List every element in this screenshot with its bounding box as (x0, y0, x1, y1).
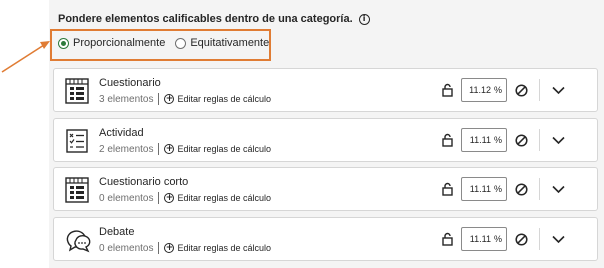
weighting-radio-group: Proporcionalmente Equitativamente (58, 37, 279, 49)
unlock-icon[interactable] (442, 133, 453, 147)
plus-circle-icon: + (164, 93, 175, 104)
category-count: 0 elementos (99, 192, 154, 204)
category-subline: 0 elementos + Editar reglas de cálculo (99, 192, 271, 204)
category-title: Cuestionario corto (99, 176, 189, 188)
weight-percent-value: 11.12 (469, 85, 491, 95)
separator (158, 242, 160, 254)
separator (158, 93, 160, 105)
category-subline: 2 elementos + Editar reglas de cálculo (99, 143, 271, 155)
divider (539, 178, 540, 200)
edit-rules-link[interactable]: + Editar reglas de cálculo (164, 193, 271, 203)
weight-percent-value: 11.11 (469, 234, 491, 244)
edit-rules-label: Editar reglas de cálculo (177, 243, 272, 253)
chevron-down-icon[interactable] (552, 86, 565, 95)
category-subline: 3 elementos + Editar reglas de cálculo (99, 93, 271, 105)
percent-symbol: % (493, 234, 502, 244)
edit-rules-link[interactable]: + Editar reglas de cálculo (164, 94, 271, 104)
category-count: 2 elementos (99, 143, 154, 155)
radio-option-proportional[interactable]: Proporcionalmente (58, 37, 165, 49)
percent-symbol: % (493, 85, 502, 95)
unlock-icon[interactable] (442, 83, 453, 97)
radio-button-proportional[interactable] (58, 37, 69, 49)
chevron-down-icon[interactable] (552, 185, 565, 194)
edit-rules-label: Editar reglas de cálculo (177, 94, 272, 104)
category-row-actividad: Actividad 2 elementos + Editar reglas de… (53, 118, 598, 162)
category-row-cuestionario: Cuestionario 3 elementos + Editar reglas… (53, 68, 598, 112)
exclude-icon[interactable] (515, 134, 528, 147)
exclude-icon[interactable] (515, 84, 528, 97)
edit-rules-label: Editar reglas de cálculo (177, 193, 272, 203)
checklist-icon (66, 129, 88, 153)
weight-percent-value: 11.11 (469, 184, 491, 194)
category-row-debate: Debate 0 elementos + Editar reglas de cá… (53, 217, 598, 261)
weighting-heading-text: Pondere elementos calificables dentro de… (58, 13, 353, 25)
discussion-bubbles-icon (66, 230, 91, 253)
category-title: Debate (99, 226, 135, 238)
percent-symbol: % (493, 135, 502, 145)
exclude-icon[interactable] (515, 233, 528, 246)
category-subline: 0 elementos + Editar reglas de cálculo (99, 242, 271, 254)
plus-circle-icon: + (164, 242, 175, 253)
radio-button-equal[interactable] (175, 37, 187, 49)
percent-symbol: % (493, 184, 502, 194)
radio-label-equal: Equitativamente (190, 37, 270, 49)
category-title: Actividad (99, 127, 144, 139)
radio-option-equal[interactable]: Equitativamente (175, 37, 269, 49)
test-grid-icon (65, 78, 89, 104)
edit-rules-link[interactable]: + Editar reglas de cálculo (164, 243, 271, 253)
test-grid-icon (65, 177, 89, 203)
plus-circle-icon: + (164, 143, 175, 154)
edit-rules-link[interactable]: + Editar reglas de cálculo (164, 144, 271, 154)
weighting-heading: Pondere elementos calificables dentro de… (58, 13, 370, 25)
weight-percent-input[interactable]: 11.11 % (461, 227, 507, 251)
exclude-icon[interactable] (515, 183, 528, 196)
category-title: Cuestionario (99, 77, 161, 89)
plus-circle-icon: + (164, 192, 175, 203)
weight-percent-value: 11.11 (469, 135, 491, 145)
annotation-arrow (1, 41, 50, 73)
category-row-cuestionario-corto: Cuestionario corto 0 elementos + Editar … (53, 167, 598, 211)
chevron-down-icon[interactable] (552, 136, 565, 145)
separator (158, 143, 160, 155)
category-count: 0 elementos (99, 242, 154, 254)
divider (539, 129, 540, 151)
divider (539, 228, 540, 250)
divider (539, 79, 540, 101)
edit-rules-label: Editar reglas de cálculo (177, 144, 272, 154)
chevron-down-icon[interactable] (552, 235, 565, 244)
weight-percent-input[interactable]: 11.12 % (461, 78, 507, 102)
weight-percent-input[interactable]: 11.11 % (461, 128, 507, 152)
weight-percent-input[interactable]: 11.11 % (461, 177, 507, 201)
unlock-icon[interactable] (442, 182, 453, 196)
category-count: 3 elementos (99, 93, 154, 105)
separator (158, 192, 160, 204)
info-circle-icon[interactable]: i (358, 13, 370, 25)
radio-label-proportional: Proporcionalmente (73, 37, 166, 49)
unlock-icon[interactable] (442, 232, 453, 246)
